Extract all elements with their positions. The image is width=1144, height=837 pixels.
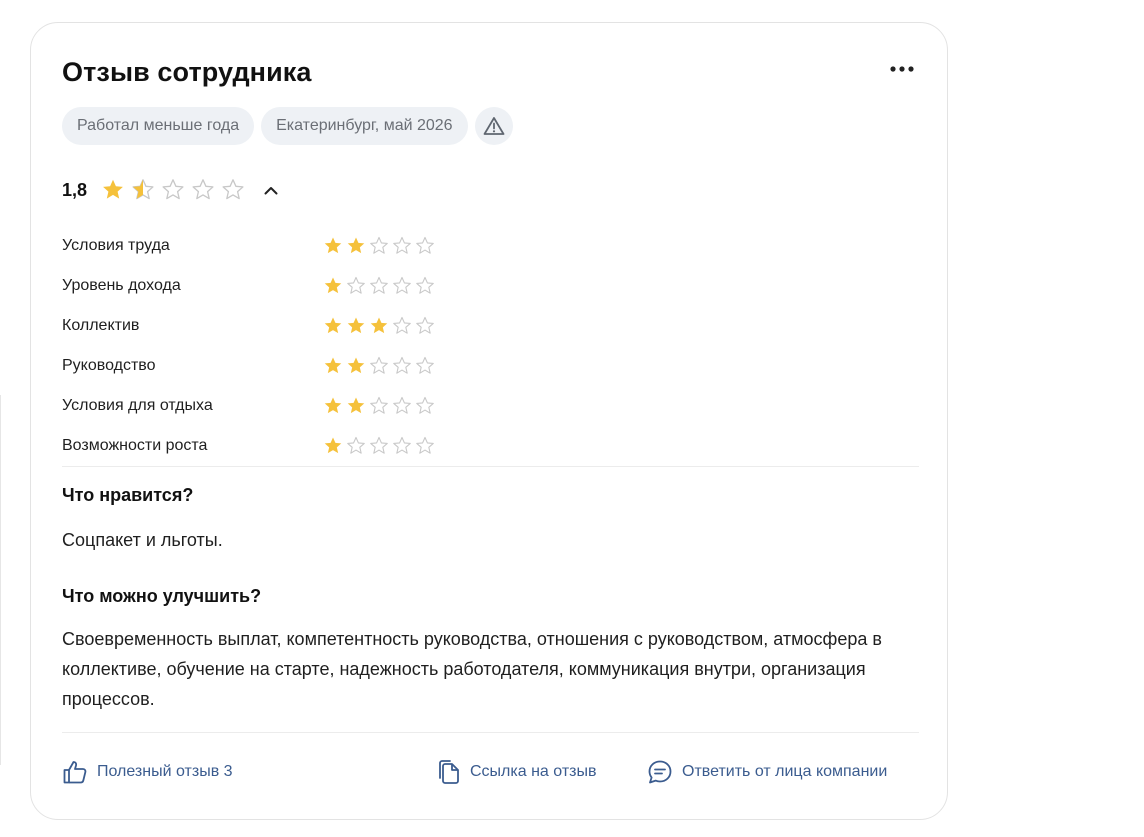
star-filled-icon — [324, 277, 342, 294]
rating-stars — [323, 436, 435, 456]
page-left-edge — [0, 395, 1, 765]
rating-stars — [323, 396, 435, 416]
rating-row: Возможности роста — [62, 426, 462, 466]
tenure-chip: Работал меньше года — [62, 107, 255, 145]
star-empty-icon — [347, 436, 365, 454]
collapse-ratings-button[interactable] — [261, 180, 281, 200]
warning-triangle-icon — [483, 117, 504, 135]
star-empty-icon — [347, 276, 365, 294]
rating-stars — [323, 236, 435, 256]
report-review-button[interactable] — [474, 107, 513, 145]
improve-text: Своевременность выплат, компетентность р… — [62, 629, 882, 709]
rating-row: Уровень дохода — [62, 266, 462, 306]
rating-row: Условия для отдыха — [62, 386, 462, 426]
review-title: Отзыв сотрудника — [62, 57, 312, 87]
rating-row: Коллектив — [62, 306, 462, 346]
star-filled-icon — [324, 317, 342, 334]
rating-row: Руководство — [62, 346, 462, 386]
star-empty-icon — [162, 179, 184, 200]
star-filled-icon — [324, 237, 342, 254]
star-empty-icon — [370, 396, 388, 414]
star-filled-icon — [347, 357, 365, 374]
star-empty-icon — [393, 356, 411, 374]
rating-label: Уровень дохода — [62, 277, 181, 294]
rating-label: Условия труда — [62, 237, 170, 254]
star-empty-icon — [416, 316, 434, 334]
category-ratings: Условия труда Уровень дохода Коллектив Руко… — [62, 226, 462, 466]
review-link-label: Ссылка на отзыв — [470, 763, 597, 780]
rating-label: Возможности роста — [62, 437, 208, 454]
star-filled-icon — [347, 237, 365, 254]
copy-icon — [439, 760, 459, 784]
star-empty-icon — [416, 236, 434, 254]
helpful-review-label: Полезный отзыв 3 — [97, 763, 233, 780]
rating-stars — [323, 356, 435, 376]
footer-divider — [62, 732, 919, 733]
star-empty-icon — [222, 179, 244, 200]
star-empty-icon — [393, 436, 411, 454]
star-empty-icon — [192, 179, 214, 200]
section-divider — [62, 466, 919, 467]
star-empty-icon — [416, 276, 434, 294]
rating-label: Коллектив — [62, 317, 140, 334]
rating-row: Условия труда — [62, 226, 462, 266]
star-empty-icon — [370, 356, 388, 374]
star-empty-icon — [393, 236, 411, 254]
helpful-review-button[interactable]: Полезный отзыв 3 — [62, 757, 233, 787]
thumbs-up-icon — [63, 761, 87, 784]
location-date-chip: Екатеринбург, май 2026 — [261, 107, 468, 145]
star-empty-icon — [393, 276, 411, 294]
star-filled-icon — [347, 317, 365, 334]
overall-score: 1,8 — [62, 179, 88, 200]
star-filled-icon — [347, 397, 365, 414]
likes-heading: Что нравится? — [62, 485, 194, 505]
review-meta-chips: Работал меньше года Екатеринбург, май 20… — [62, 107, 513, 145]
reply-as-company-label: Ответить от лица компании — [682, 763, 888, 780]
overall-rating: 1,8 — [62, 175, 281, 205]
star-filled-icon — [370, 317, 388, 334]
star-filled-icon — [324, 397, 342, 414]
review-link-button[interactable]: Ссылка на отзыв — [437, 757, 596, 787]
more-options-button[interactable] — [887, 57, 917, 81]
star-empty-icon — [393, 396, 411, 414]
star-empty-icon — [370, 236, 388, 254]
overall-stars — [101, 178, 245, 202]
likes-text: Соцпакет и льготы. — [62, 530, 223, 550]
star-half-icon — [132, 179, 154, 200]
reply-as-company-button[interactable]: Ответить от лица компании — [647, 757, 887, 787]
star-filled-icon — [324, 437, 342, 454]
star-empty-icon — [416, 436, 434, 454]
star-empty-icon — [416, 356, 434, 374]
improve-heading: Что можно улучшить? — [62, 586, 262, 606]
employee-review-card: Отзыв сотрудника Работал меньше года Ека… — [30, 22, 948, 820]
star-empty-icon — [416, 396, 434, 414]
star-empty-icon — [370, 276, 388, 294]
star-empty-icon — [370, 436, 388, 454]
more-horizontal-icon — [890, 66, 914, 72]
rating-stars — [323, 276, 435, 296]
rating-label: Условия для отдыха — [62, 397, 213, 414]
chevron-up-icon — [264, 186, 278, 194]
chat-bubble-icon — [648, 760, 672, 784]
rating-stars — [323, 316, 435, 336]
star-filled-icon — [324, 357, 342, 374]
rating-label: Руководство — [62, 357, 156, 374]
star-empty-icon — [393, 316, 411, 334]
star-filled-icon — [103, 179, 123, 199]
